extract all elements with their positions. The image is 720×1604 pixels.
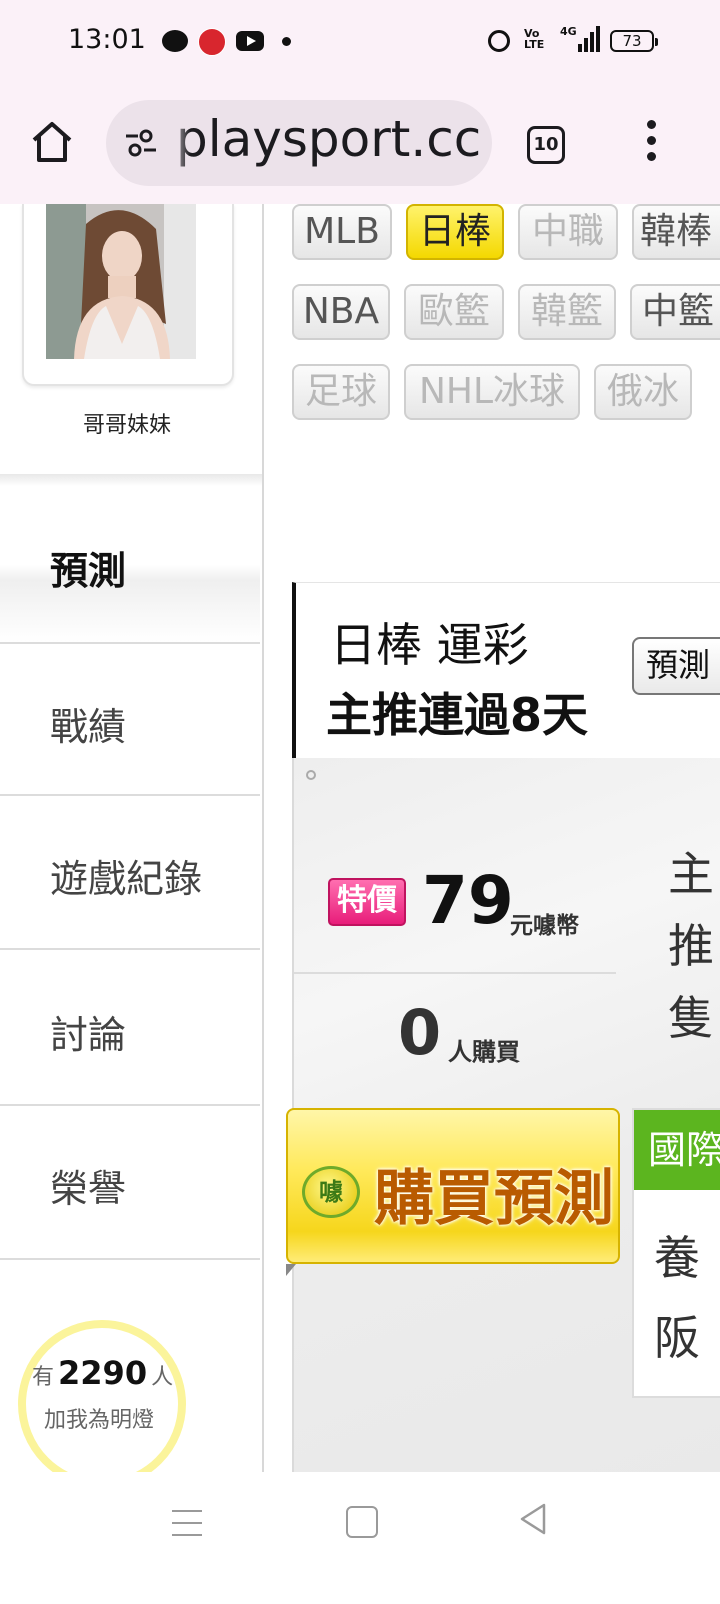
browser-toolbar: playsport.cc 10 (0, 84, 720, 204)
league-button-mlb[interactable]: MLB (292, 204, 392, 260)
more-options-icon[interactable] (640, 120, 662, 170)
follow-suffix: 人 (151, 1365, 174, 1390)
system-nav-bar (0, 1472, 720, 1604)
profile-sidebar: 哥哥妹妹 預測 戰績 遊戲紀錄 討論 榮譽 有 2290 人 加我為明燈 (0, 204, 264, 1472)
sidebar-item-label: 討論 (50, 1013, 127, 1057)
league-button-euro-basketball[interactable]: 歐籃 (404, 284, 504, 340)
price-divider (294, 972, 616, 974)
follow-prefix: 有 (32, 1365, 55, 1390)
sidebar-item-label: 預測 (50, 549, 127, 593)
featured-side-text: 主推隻 (668, 847, 714, 1045)
coin-icon: 噱 (302, 1166, 360, 1218)
status-time: 13:01 (68, 24, 146, 55)
prediction-streak: 主推連過8天 (326, 688, 589, 742)
league-button-soccer[interactable]: 足球 (292, 364, 390, 420)
prediction-title: 日棒 運彩 (330, 618, 529, 672)
dot-icon (282, 37, 291, 46)
match-card-teams: 養阪 (654, 1231, 700, 1365)
match-card-header: 國際 (634, 1110, 720, 1190)
follow-count-line: 有 2290 人 (32, 1354, 192, 1392)
sidebar-item-record[interactable]: 戰績 (0, 642, 260, 796)
follow-ring[interactable] (18, 1320, 186, 1472)
home-icon[interactable] (30, 120, 74, 164)
recent-apps-icon[interactable] (172, 1510, 202, 1540)
web-page: 哥哥妹妹 預測 戰績 遊戲紀錄 討論 榮譽 有 2290 人 加我為明燈 MLB 日… (0, 204, 720, 1472)
signal-4g-icon: 4G (560, 25, 600, 52)
app-notification-icon (198, 28, 226, 56)
back-icon[interactable] (518, 1502, 548, 1536)
volte-icon: Vo LTE (524, 27, 545, 51)
site-settings-icon[interactable] (124, 127, 158, 159)
sidebar-item-honor[interactable]: 榮譽 (0, 1106, 260, 1260)
sidebar-item-predict[interactable]: 預測 (0, 488, 260, 642)
league-button-nhl[interactable]: NHL冰球 (404, 364, 580, 420)
buyer-count: 0 (398, 996, 442, 1069)
status-bar: 13:01 Vo LTE 4G 73 (0, 0, 720, 84)
league-button-npb[interactable]: 日棒 (406, 204, 504, 260)
sidebar-item-label: 榮譽 (50, 1167, 127, 1211)
prediction-button[interactable]: 預測 (632, 637, 720, 695)
nav-home-icon[interactable] (346, 1506, 378, 1538)
battery-icon: 73 (610, 30, 658, 52)
alarm-icon (488, 30, 510, 52)
league-button-korea-basketball[interactable]: 韓籃 (518, 284, 616, 340)
url-text[interactable]: playsport.cc (176, 110, 481, 168)
prediction-header: 日棒 運彩 主推連過8天 預測 (292, 582, 720, 760)
match-card[interactable]: 國際 養阪 (632, 1108, 720, 1398)
user-name[interactable]: 哥哥妹妹 (0, 407, 254, 439)
avatar[interactable] (46, 204, 196, 359)
league-button-cpbl[interactable]: 中職 (518, 204, 618, 260)
avatar-card[interactable] (22, 204, 234, 386)
chat-bubble-icon (162, 30, 188, 52)
network-label: 4G (560, 25, 577, 38)
tab-switcher-button[interactable]: 10 (527, 126, 565, 164)
league-button-nba[interactable]: NBA (292, 284, 390, 340)
league-button-kbo[interactable]: 韓棒 (632, 204, 720, 260)
price-value: 79 (422, 862, 514, 939)
follow-count: 2290 (58, 1354, 148, 1392)
youtube-icon (236, 31, 264, 51)
address-bar[interactable]: playsport.cc (106, 100, 492, 186)
buy-prediction-label: 購買預測 (374, 1164, 614, 1234)
pin-icon (306, 770, 316, 780)
league-button-khl[interactable]: 俄冰 (594, 364, 692, 420)
sidebar-divider (0, 474, 262, 486)
price-currency: 元噱幣 (510, 913, 579, 939)
sidebar-item-label: 戰績 (50, 705, 127, 749)
buy-prediction-button[interactable]: 噱 購買預測 (286, 1108, 620, 1264)
follow-caption: 加我為明燈 (44, 1408, 155, 1433)
sidebar-item-discussion[interactable]: 討論 (0, 952, 260, 1106)
special-price-badge: 特價 (328, 878, 406, 926)
sidebar-item-label: 遊戲紀錄 (50, 857, 203, 901)
buyer-unit: 人購買 (448, 1038, 520, 1066)
buy-button-tail (286, 1264, 296, 1276)
sidebar-item-game-log[interactable]: 遊戲紀錄 (0, 796, 260, 950)
url-fade (168, 100, 190, 186)
league-button-china-basketball[interactable]: 中籃 (630, 284, 720, 340)
